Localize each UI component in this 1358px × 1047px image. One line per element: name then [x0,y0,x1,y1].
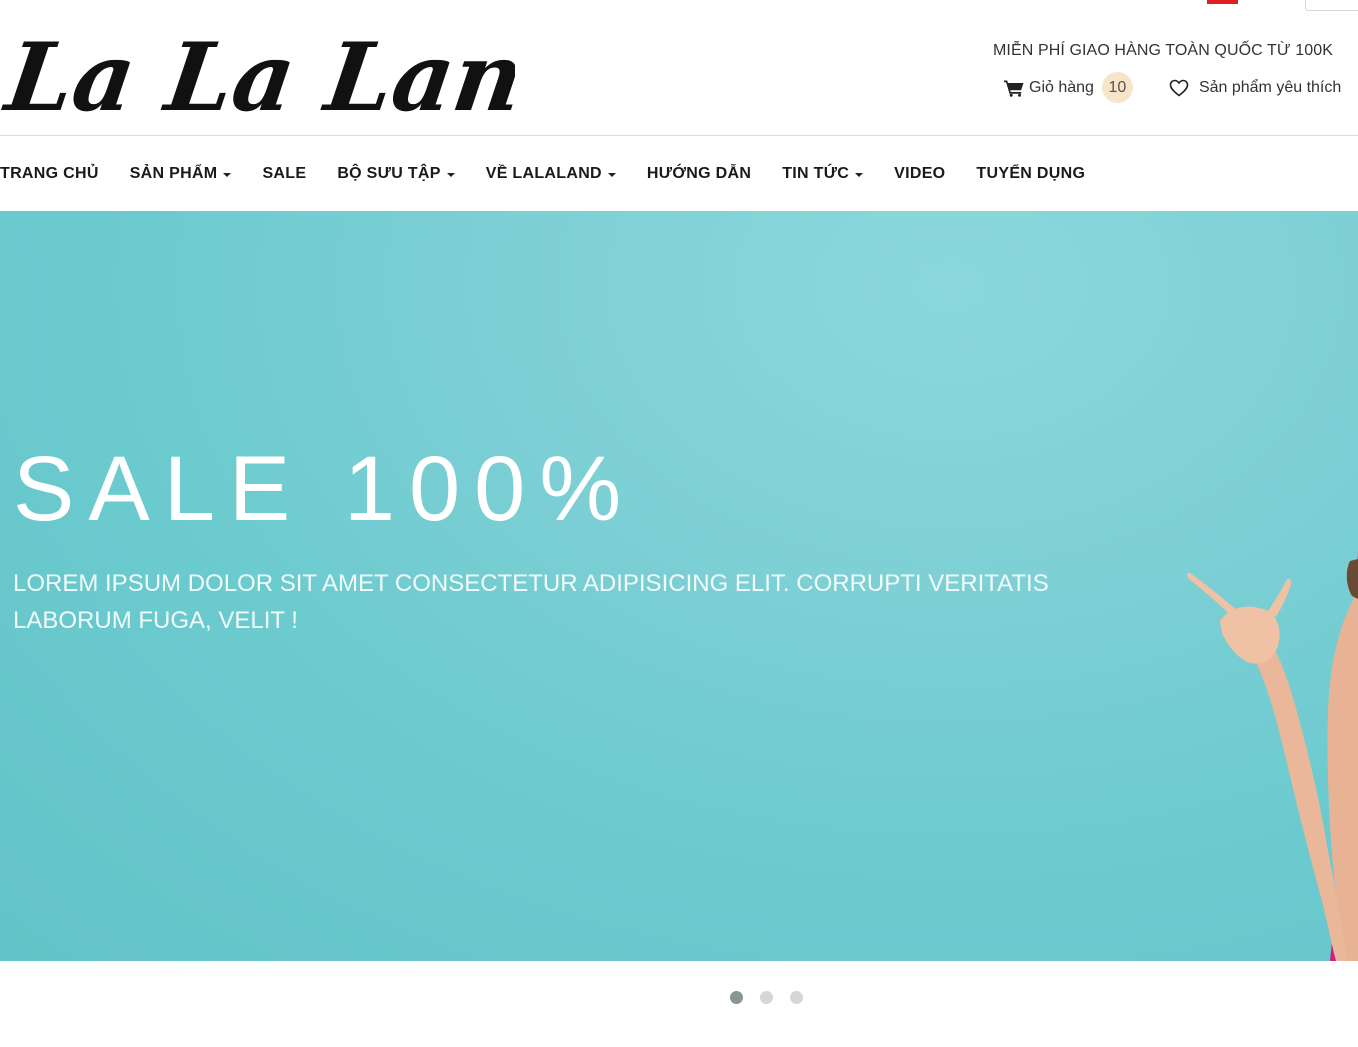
carousel-dot[interactable] [730,991,743,1004]
main-nav: TRANG CHỦ SẢN PHẨM SALE BỘ SƯU TẬP VỀ LA… [0,160,1116,188]
cart-link[interactable]: Giỏ hàng 10 [1004,72,1133,103]
carousel-dot[interactable] [790,991,803,1004]
nav-item-tuyen-dung[interactable]: TUYỂN DỤNG [976,165,1085,183]
cart-count-badge: 10 [1101,72,1133,103]
hero-banner[interactable]: SALE 100% LOREM IPSUM DOLOR SIT AMET CON… [0,211,1358,961]
hero-model-image [1187,551,1358,961]
caret-down-icon [446,173,455,177]
wishlist-link[interactable]: Sản phẩm yêu thích [1169,79,1341,97]
nav-item-label: VIDEO [894,165,946,182]
nav-item-label: SẢN PHẨM [129,165,218,182]
nav-item-label: BỘ SƯU TẬP [337,165,441,182]
free-shipping-notice: MIỄN PHÍ GIAO HÀNG TOÀN QUỐC TỪ 100K [993,42,1334,59]
nav-item-trang-chu[interactable]: TRANG CHỦ [0,165,99,183]
nav-item-label: TUYỂN DỤNG [976,165,1086,182]
caret-down-icon [855,173,864,177]
logo-image: La La Land [0,22,515,129]
header-divider [0,135,1358,136]
carousel-indicators [730,991,820,1004]
nav-item-bo-suu-tap[interactable]: BỘ SƯU TẬP [337,165,455,183]
heart-icon [1169,79,1189,97]
wishlist-label: Sản phẩm yêu thích [1198,78,1342,96]
nav-item-ve-lalaland[interactable]: VỀ LALALAND [486,165,616,183]
nav-item-label: TIN TỨC [782,165,850,182]
caret-down-icon [223,173,232,177]
hero-title: SALE 100% [13,438,636,540]
nav-item-tin-tuc[interactable]: TIN TỨC [782,165,864,183]
cart-label: Giỏ hàng [1029,78,1094,96]
nav-item-sale[interactable]: SALE [262,165,306,183]
top-right-box[interactable] [1305,0,1358,11]
nav-item-video[interactable]: VIDEO [894,165,945,183]
hero-subtitle: LOREM IPSUM DOLOR SIT AMET CONSECTETUR A… [13,570,1049,634]
nav-item-huong-dan[interactable]: HƯỚNG DẪN [647,165,751,183]
carousel-dot[interactable] [760,991,773,1004]
top-accent-bar [1207,0,1238,4]
header-utilities: Giỏ hàng 10 Sản phẩm yêu thích [1004,72,1341,103]
svg-text:La La Land: La La Land [0,22,515,129]
nav-item-san-pham[interactable]: SẢN PHẨM [130,165,232,183]
nav-item-label: TRANG CHỦ [0,165,99,182]
nav-item-label: SALE [262,165,307,182]
cart-icon [1004,80,1024,97]
nav-item-label: VỀ LALALAND [485,165,602,182]
caret-down-icon [607,173,616,177]
nav-item-label: HƯỚNG DẪN [646,165,752,182]
site-logo[interactable]: La La Land [0,4,515,129]
